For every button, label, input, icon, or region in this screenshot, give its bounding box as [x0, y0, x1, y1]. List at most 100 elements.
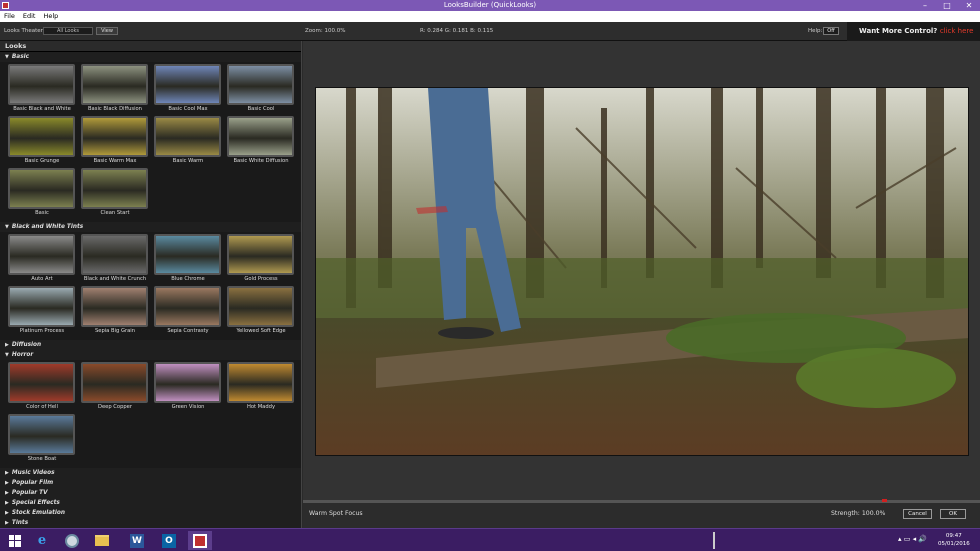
- collapse-right-icon: ▶: [5, 510, 9, 516]
- look-label: Yellowed Soft Edge: [236, 328, 286, 334]
- cancel-button[interactable]: Cancel: [903, 509, 932, 519]
- look-preview-image: [227, 286, 294, 327]
- folder-icon: [95, 535, 109, 546]
- status-bar: Warm Spot Focus Strength: 100.0% Cancel …: [303, 499, 980, 528]
- section-label: Special Effects: [11, 500, 60, 506]
- section-header[interactable]: ▶ Diffusion: [0, 340, 301, 350]
- look-preview-image: [8, 234, 75, 275]
- look-preview-image: [227, 116, 294, 157]
- look-thumbnail[interactable]: Basic Cool: [227, 64, 295, 116]
- look-thumbnail[interactable]: Basic Warm: [154, 116, 222, 168]
- look-preview-image: [154, 64, 221, 105]
- clock-date: 05/01/2016: [938, 541, 970, 547]
- section-header[interactable]: ▼ Horror: [0, 350, 301, 360]
- look-thumbnail[interactable]: Black and White Crunch: [81, 234, 149, 286]
- look-thumbnail[interactable]: Green Vision: [154, 362, 222, 414]
- internet-explorer-icon: e: [37, 533, 47, 548]
- look-thumbnail[interactable]: Platinum Process: [8, 286, 76, 338]
- look-grid: Color of Hell Deep Copper Green Vision Hot …: [0, 360, 301, 468]
- look-label: Basic Black and White: [13, 106, 71, 112]
- look-thumbnail[interactable]: Basic Black Diffusion: [81, 64, 149, 116]
- section-header[interactable]: ▶ Music Videos: [0, 468, 301, 478]
- look-thumbnail[interactable]: Sepia Contrasty: [154, 286, 222, 338]
- look-thumbnail[interactable]: Auto Art: [8, 234, 76, 286]
- preview-area: Warm Spot Focus Strength: 100.0% Cancel …: [303, 41, 980, 528]
- look-label: Basic Warm Max: [93, 158, 137, 164]
- ie-taskbar-button[interactable]: e: [30, 531, 54, 550]
- look-label: Gold Process: [244, 276, 278, 282]
- strength-slider-handle[interactable]: [882, 499, 887, 502]
- outlook-taskbar-button[interactable]: O: [157, 531, 181, 550]
- look-thumbnail[interactable]: Sepia Big Grain: [81, 286, 149, 338]
- look-preview-image: [81, 286, 148, 327]
- expand-down-icon: ▼: [5, 352, 9, 358]
- looksbuilder-icon: [193, 533, 207, 548]
- section-header[interactable]: ▶ Popular Film: [0, 478, 301, 488]
- look-preview-image: [154, 286, 221, 327]
- look-label: Hot Maddy: [246, 404, 276, 410]
- look-thumbnail[interactable]: Color of Hell: [8, 362, 76, 414]
- look-thumbnail[interactable]: Basic: [8, 168, 76, 220]
- preview-image[interactable]: [315, 87, 969, 456]
- look-thumbnail[interactable]: Blue Chrome: [154, 234, 222, 286]
- look-thumbnail[interactable]: Clean Start: [81, 168, 149, 220]
- view-button[interactable]: View: [96, 27, 118, 35]
- zoom-readout: Zoom: 100.0%: [305, 28, 346, 34]
- clock[interactable]: 09:47 05/01/2016: [938, 532, 970, 548]
- close-button[interactable]: ✕: [958, 0, 980, 11]
- look-thumbnail[interactable]: Yellowed Soft Edge: [227, 286, 295, 338]
- section-header[interactable]: ▶ Special Effects: [0, 498, 301, 508]
- section-header[interactable]: ▼ Black and White Tints: [0, 222, 301, 232]
- look-thumbnail[interactable]: Basic Black and White: [8, 64, 76, 116]
- promo-banner[interactable]: Want More Control? click here: [847, 22, 980, 41]
- explorer-taskbar-button[interactable]: [90, 531, 114, 550]
- look-label: Sepia Contrasty: [167, 328, 209, 334]
- section-header[interactable]: ▶ Stock Emulation: [0, 508, 301, 518]
- word-taskbar-button[interactable]: W: [125, 531, 149, 550]
- start-button[interactable]: [3, 531, 27, 550]
- section-label: Popular Film: [11, 480, 54, 486]
- section-label: Music Videos: [11, 470, 55, 476]
- look-thumbnail[interactable]: Stone Boat: [8, 414, 76, 466]
- menu-edit[interactable]: Edit: [23, 11, 36, 22]
- look-label: Deep Copper: [97, 404, 133, 410]
- look-label: Blue Chrome: [171, 276, 205, 282]
- menu-file[interactable]: File: [4, 11, 15, 22]
- expand-down-icon: ▼: [5, 54, 9, 60]
- title-bar: LooksBuilder (QuickLooks) – □ ✕: [0, 0, 980, 11]
- look-label: Color of Hell: [26, 404, 58, 410]
- section-header[interactable]: ▶ Tints: [0, 518, 301, 528]
- maximize-button[interactable]: □: [936, 0, 958, 11]
- look-label: Basic: [35, 210, 49, 216]
- menu-help[interactable]: Help: [43, 11, 58, 22]
- system-tray-icons[interactable]: ▴ ▭ ◂ 🔊: [898, 535, 927, 543]
- looks-theater-select[interactable]: All Looks: [43, 27, 93, 35]
- look-preview-image: [8, 286, 75, 327]
- promo-text: Want More Control?: [859, 27, 938, 35]
- look-thumbnail[interactable]: Basic Warm Max: [81, 116, 149, 168]
- ok-button[interactable]: OK: [940, 509, 966, 519]
- look-label: Stone Boat: [27, 456, 57, 462]
- promo-link[interactable]: click here: [940, 27, 974, 35]
- toolbar: Looks Theater: All Looks View Zoom: 100.…: [0, 22, 980, 41]
- look-thumbnail[interactable]: Basic White Diffusion: [227, 116, 295, 168]
- look-thumbnail[interactable]: Basic Grunge: [8, 116, 76, 168]
- look-thumbnail[interactable]: Gold Process: [227, 234, 295, 286]
- section-header[interactable]: ▶ Popular TV: [0, 488, 301, 498]
- look-thumbnail[interactable]: Deep Copper: [81, 362, 149, 414]
- look-thumbnail[interactable]: Basic Cool Max: [154, 64, 222, 116]
- look-label: Sepia Big Grain: [94, 328, 136, 334]
- window-title: LooksBuilder (QuickLooks): [443, 1, 537, 9]
- app-taskbar-button[interactable]: [60, 531, 84, 550]
- looks-theater-label: Looks Theater:: [4, 28, 45, 34]
- look-label: Auto Art: [31, 276, 53, 282]
- look-thumbnail[interactable]: Hot Maddy: [227, 362, 295, 414]
- help-toggle[interactable]: Off: [823, 27, 839, 35]
- minimize-button[interactable]: –: [914, 0, 936, 11]
- section-header[interactable]: ▼ Basic: [0, 52, 301, 62]
- section-label: Popular TV: [11, 490, 48, 496]
- looksbuilder-taskbar-button[interactable]: [188, 531, 212, 550]
- current-look-name: Warm Spot Focus: [309, 510, 363, 517]
- looks-sections: ▼ Basic Basic Black and White Basic Black D…: [0, 52, 301, 528]
- collapse-right-icon: ▶: [5, 500, 9, 506]
